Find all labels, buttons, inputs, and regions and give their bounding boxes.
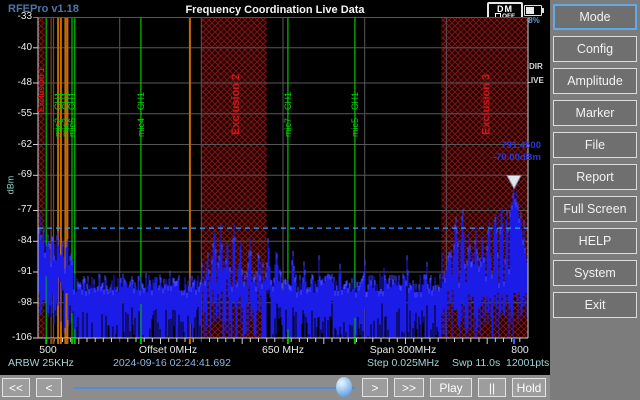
sidebar-button-full-screen[interactable]: Full Screen bbox=[553, 196, 637, 222]
span-label: Span 300MHz bbox=[353, 344, 453, 356]
sidebar-button-config[interactable]: Config bbox=[553, 36, 637, 62]
battery-icon bbox=[524, 5, 542, 16]
svg-text:Exclusion 3: Exclusion 3 bbox=[481, 74, 493, 135]
spectrum-analyzer-screen: RFEPro v1.18 Frequency Coordination Live… bbox=[0, 0, 640, 400]
play-button[interactable]: Play bbox=[430, 378, 472, 397]
x-axis-end-label: 800 bbox=[502, 344, 538, 356]
x-axis-center-label: 650 MHz bbox=[243, 344, 323, 356]
svg-text:Exclusion 1: Exclusion 1 bbox=[37, 67, 46, 112]
peak-marker-readout: 791.4500 -70.00dBm bbox=[455, 140, 541, 164]
sidebar-button-amplitude[interactable]: Amplitude bbox=[553, 68, 637, 94]
peak-frequency-value: 791.4500 bbox=[455, 140, 541, 152]
svg-text:mic6 - CH1: mic6 - CH1 bbox=[67, 92, 77, 137]
timeline-slider-thumb[interactable] bbox=[336, 377, 352, 397]
sidebar-button-system[interactable]: System bbox=[553, 260, 637, 286]
y-axis-label: -48 bbox=[6, 77, 32, 88]
rewind-button[interactable]: << bbox=[2, 378, 30, 397]
step-label: Step 0.025MHz bbox=[367, 357, 439, 369]
spectrum-plot: Exclusion 1Exclusion 2Exclusion 3mic2 - … bbox=[33, 17, 530, 347]
sidebar-menu: Mode Config Amplitude Marker File Report… bbox=[550, 0, 640, 400]
y-axis-label: -106 bbox=[6, 332, 32, 343]
y-axis-label: -98 bbox=[6, 297, 32, 308]
y-axis-label: -33 bbox=[6, 11, 32, 22]
rbw-label: ARBW 25KHz bbox=[8, 357, 74, 369]
sidebar-button-help[interactable]: HELP bbox=[553, 228, 637, 254]
y-axis-label: -91 bbox=[6, 266, 32, 277]
y-axis-label: -62 bbox=[6, 139, 32, 150]
dm-badge-text: DM bbox=[497, 6, 513, 13]
svg-text:mic4 - CH1: mic4 - CH1 bbox=[136, 92, 146, 137]
hold-button[interactable]: Hold bbox=[512, 378, 546, 397]
sweep-time-label: Swp 11.0s bbox=[452, 357, 500, 369]
sidebar-button-exit[interactable]: Exit bbox=[553, 292, 637, 318]
sweep-points-label: 12001pts bbox=[506, 357, 549, 369]
step-forward-button[interactable]: > bbox=[362, 378, 388, 397]
step-back-button[interactable]: < bbox=[36, 378, 62, 397]
page-title: Frequency Coordination Live Data bbox=[110, 4, 440, 16]
y-axis-label: -55 bbox=[6, 108, 32, 119]
sidebar-button-mode[interactable]: Mode bbox=[553, 4, 637, 30]
y-axis-label: -40 bbox=[6, 42, 32, 53]
y-axis-label: -84 bbox=[6, 235, 32, 246]
timeline-slider-track[interactable] bbox=[73, 387, 355, 389]
y-axis-label: -77 bbox=[6, 204, 32, 215]
timestamp: 2024-09-16 02:24:41.692 bbox=[113, 357, 231, 369]
dir-label: DIR bbox=[529, 62, 543, 71]
pause-button[interactable]: || bbox=[478, 378, 506, 397]
x-axis-start-label: 500 bbox=[36, 344, 60, 356]
y-axis-unit: dBm bbox=[5, 176, 15, 195]
sidebar-button-file[interactable]: File bbox=[553, 132, 637, 158]
battery-fill bbox=[526, 7, 534, 14]
offset-label: Offset 0MHz bbox=[118, 344, 218, 356]
sidebar-button-marker[interactable]: Marker bbox=[553, 100, 637, 126]
svg-text:Exclusion 2: Exclusion 2 bbox=[230, 74, 242, 135]
svg-text:mic7 - CH1: mic7 - CH1 bbox=[283, 92, 293, 137]
sidebar-button-report[interactable]: Report bbox=[553, 164, 637, 190]
fast-forward-button[interactable]: >> bbox=[394, 378, 424, 397]
transport-bar: << < > >> Play || Hold bbox=[0, 375, 550, 400]
svg-text:mic5 - CH1: mic5 - CH1 bbox=[350, 92, 360, 137]
peak-amplitude-value: -70.00dBm bbox=[455, 152, 541, 164]
battery-nub bbox=[542, 8, 544, 13]
